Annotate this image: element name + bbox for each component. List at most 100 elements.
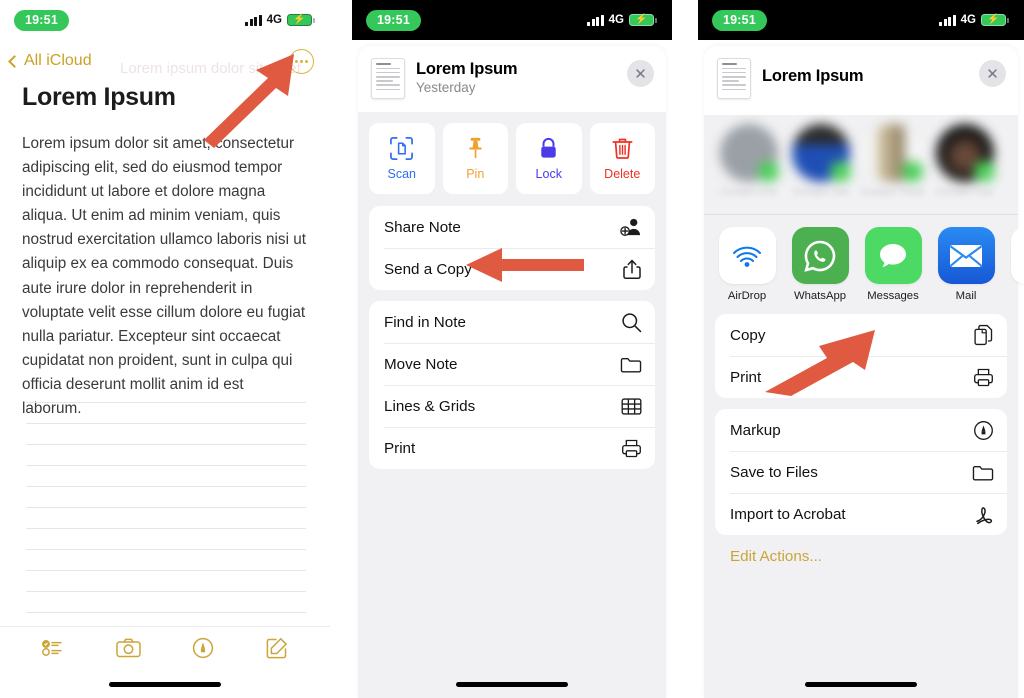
drive-icon xyxy=(1010,227,1024,284)
app-label: Mail xyxy=(955,290,977,302)
markup-pen-icon xyxy=(973,420,994,441)
home-indicator xyxy=(109,682,221,687)
avatar xyxy=(936,124,995,182)
folder-icon xyxy=(620,355,642,374)
menu-item-lines-and-grids[interactable]: Lines & Grids xyxy=(369,385,655,427)
note-navigation-bar: All iCloud xyxy=(0,40,330,82)
contact-item[interactable]: Contact Four xyxy=(933,124,997,198)
grid-icon xyxy=(621,397,642,416)
note-bottom-toolbar xyxy=(0,626,330,668)
share-sheet: Lorem Ipsum ✕ Contact One Contact Two Co… xyxy=(704,46,1024,698)
close-icon[interactable]: ✕ xyxy=(627,60,654,87)
status-bar: 19:51 4G ⚡ xyxy=(698,0,1024,40)
avatar xyxy=(720,124,779,182)
sheet-title: Lorem Ipsum xyxy=(416,60,518,78)
battery-icon: ⚡ xyxy=(629,13,657,27)
menu-item-label: Send a Copy xyxy=(384,260,472,278)
printer-icon xyxy=(973,367,994,388)
camera-icon[interactable] xyxy=(115,638,141,658)
status-bar: 19:51 4G ⚡ xyxy=(0,0,330,40)
menu-item-move-note[interactable]: Move Note xyxy=(369,343,655,385)
menu-item-label: Lines & Grids xyxy=(384,397,476,415)
sheet-title: Lorem Ipsum xyxy=(762,67,864,85)
share-up-icon xyxy=(622,258,642,280)
document-thumbnail-icon xyxy=(717,58,751,99)
app-label: WhatsApp xyxy=(793,290,847,302)
share-item-import-to-acrobat[interactable]: Import to Acrobat xyxy=(715,493,1007,535)
charging-bolt-icon: ⚡ xyxy=(987,14,1000,25)
tile-scan[interactable]: Scan xyxy=(369,123,435,194)
share-item-label: Import to Acrobat xyxy=(730,505,846,523)
app-messages[interactable]: Messages xyxy=(863,227,923,302)
home-indicator xyxy=(805,682,917,687)
ellipsis-dot xyxy=(305,59,309,63)
menu-item-share-note[interactable]: Share Note xyxy=(369,206,655,248)
avatar xyxy=(792,124,851,182)
menu-item-label: Share Note xyxy=(384,218,461,236)
sheet-header: Lorem Ipsum Yesterday ✕ xyxy=(358,46,666,112)
tile-lock[interactable]: Lock xyxy=(516,123,582,194)
checklist-icon[interactable] xyxy=(41,639,64,657)
printer-icon xyxy=(621,438,642,459)
more-options-button[interactable] xyxy=(289,48,314,74)
menu-item-send-a-copy[interactable]: Send a Copy xyxy=(369,248,655,290)
contact-suggestions-row: Contact One Contact Two Contact Three Co… xyxy=(704,115,1018,214)
menu-item-print[interactable]: Print xyxy=(369,427,655,469)
app-whatsapp[interactable]: WhatsApp xyxy=(790,227,850,302)
airdrop-icon xyxy=(718,227,776,284)
charging-bolt-icon: ⚡ xyxy=(635,14,648,25)
share-person-icon xyxy=(620,217,642,237)
share-group-primary: Copy Print xyxy=(715,314,1007,398)
quick-action-tiles: Scan Pin Lock Delete xyxy=(358,112,666,206)
share-item-copy[interactable]: Copy xyxy=(715,314,1007,356)
contact-item[interactable]: Contact One xyxy=(717,124,781,198)
note-ruled-lines xyxy=(26,382,306,626)
app-label: D xyxy=(1009,290,1024,302)
network-label: 4G xyxy=(960,14,976,26)
ellipsis-dot xyxy=(294,59,298,63)
share-item-save-to-files[interactable]: Save to Files xyxy=(715,451,1007,493)
menu-item-find-in-note[interactable]: Find in Note xyxy=(369,301,655,343)
sheet-subtitle: Yesterday xyxy=(416,80,476,95)
back-button-label: All iCloud xyxy=(24,52,92,69)
app-drive[interactable]: D xyxy=(1009,227,1024,302)
app-airdrop[interactable]: AirDrop xyxy=(717,227,777,302)
options-sheet: Lorem Ipsum Yesterday ✕ Scan Pin Lock De… xyxy=(358,46,666,698)
chevron-left-icon xyxy=(8,54,21,68)
messages-icon xyxy=(864,227,922,284)
tile-delete[interactable]: Delete xyxy=(589,123,655,194)
share-item-markup[interactable]: Markup xyxy=(715,409,1007,451)
network-label: 4G xyxy=(608,14,624,26)
signal-bars-icon xyxy=(587,14,604,26)
menu-item-label: Move Note xyxy=(384,355,458,373)
share-item-print[interactable]: Print xyxy=(715,356,1007,398)
app-mail[interactable]: Mail xyxy=(936,227,996,302)
share-group-secondary: Markup Save to Files Import to Acrobat xyxy=(715,409,1007,535)
compose-icon[interactable] xyxy=(266,637,288,659)
status-bar: 19:51 4G ⚡ xyxy=(352,0,672,40)
share-apps-row: AirDrop WhatsApp Messages Mail xyxy=(704,217,1024,310)
close-icon[interactable]: ✕ xyxy=(979,60,1006,87)
whatsapp-icon xyxy=(791,227,849,284)
share-item-label: Markup xyxy=(730,421,781,439)
app-label: Messages xyxy=(867,290,919,302)
status-clock: 19:51 xyxy=(366,9,421,31)
tile-pin[interactable]: Pin xyxy=(442,123,508,194)
markup-pen-icon[interactable] xyxy=(192,637,214,659)
folder-icon xyxy=(972,463,994,482)
share-item-label: Copy xyxy=(730,326,766,344)
tile-label: Scan xyxy=(387,167,417,181)
edit-actions-button[interactable]: Edit Actions... xyxy=(704,546,1018,565)
contact-item[interactable]: Contact Two xyxy=(789,124,853,198)
acrobat-icon xyxy=(974,503,994,525)
signal-bars-icon xyxy=(939,14,956,26)
sheet-header: Lorem Ipsum ✕ xyxy=(704,46,1018,115)
note-body-text[interactable]: Lorem ipsum dolor sit amet, consectetur … xyxy=(22,132,307,421)
home-indicator xyxy=(456,682,568,687)
avatar xyxy=(864,124,923,182)
tile-label: Pin xyxy=(466,167,485,181)
battery-icon: ⚡ xyxy=(287,13,315,27)
contact-item[interactable]: Contact Three xyxy=(861,124,925,198)
back-button-all-icloud[interactable]: All iCloud xyxy=(8,52,92,70)
tile-label: Delete xyxy=(604,167,641,181)
